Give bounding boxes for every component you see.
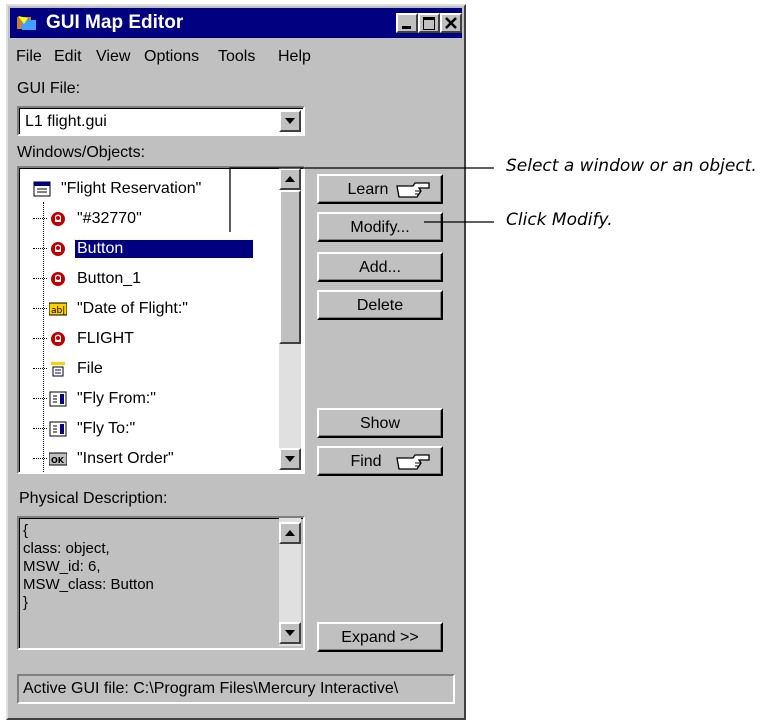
select-annotation: Select a window or an object. <box>506 156 757 176</box>
annotation-lines <box>229 167 494 232</box>
modify-annotation: Click Modify. <box>506 210 613 230</box>
